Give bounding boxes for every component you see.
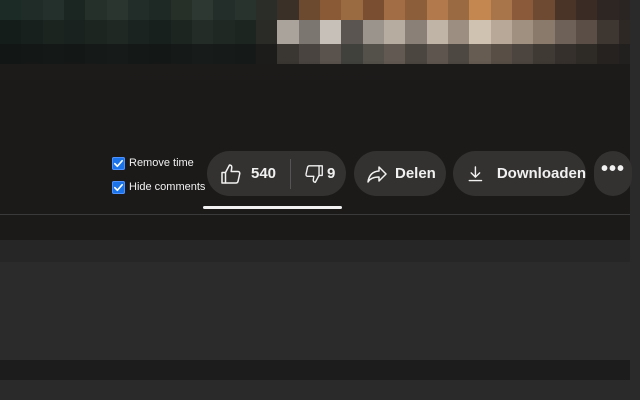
thumbnail-pixel xyxy=(21,20,44,44)
thumbnail-pixel xyxy=(128,0,151,20)
thumbnail-pixel xyxy=(149,0,172,20)
like-count: 540 xyxy=(251,165,277,182)
remove-time-option[interactable]: Remove time xyxy=(112,154,194,172)
remove-time-label: Remove time xyxy=(129,157,194,169)
thumbnail-pixel xyxy=(426,20,449,44)
dislike-count: 9 xyxy=(327,165,336,182)
hide-comments-option[interactable]: Hide comments xyxy=(112,178,205,196)
download-icon xyxy=(468,165,483,181)
thumbnail-pixel xyxy=(341,0,364,20)
thumbnail-pixel xyxy=(576,20,599,44)
thumbnail-pixel xyxy=(277,20,300,44)
thumbnail-pixel xyxy=(0,20,23,44)
thumbnail-pixel xyxy=(490,20,513,44)
thumbnail-pixel xyxy=(554,20,577,44)
thumbnail-pixel xyxy=(192,0,215,20)
share-label: Delen xyxy=(395,165,436,182)
thumbnail-pixel xyxy=(106,20,129,44)
thumbnail-pixel xyxy=(384,0,407,20)
thumbnail-pixel xyxy=(149,20,172,44)
thumbnail-pixel xyxy=(85,20,108,44)
thumbnail-pixel xyxy=(362,0,385,20)
thumbnail-pixel xyxy=(512,0,535,20)
thumbnail-pixel xyxy=(85,0,108,20)
thumbnail-pixel xyxy=(576,0,599,20)
thumbnail-pixel xyxy=(384,20,407,44)
thumbnail-pixel xyxy=(533,20,556,44)
thumbnail-pixel xyxy=(170,20,193,44)
thumbnail-pixel xyxy=(213,0,236,20)
share-arrow-icon xyxy=(367,165,387,183)
like-dislike-group: 540 9 xyxy=(207,151,346,196)
thumbnail-pixel xyxy=(320,20,343,44)
thumbnail-pixel xyxy=(490,0,513,20)
thumbs-down-icon xyxy=(305,164,323,183)
content-placeholder-lower xyxy=(0,380,630,400)
share-button[interactable]: Delen xyxy=(354,151,446,196)
checkmark-icon xyxy=(114,159,123,167)
thumbnail-pixel xyxy=(405,20,428,44)
thumbnail-pixel xyxy=(298,20,321,44)
thumbnail-pixel xyxy=(213,20,236,44)
thumbnail-pixel xyxy=(64,20,87,44)
download-label: Downloaden xyxy=(496,165,586,182)
thumbnail-pixel xyxy=(597,0,620,20)
thumbnail-pixel xyxy=(512,20,535,44)
thumbnail-pixel xyxy=(554,0,577,20)
thumbnail-pixel xyxy=(42,0,65,20)
hide-comments-checkbox[interactable] xyxy=(112,180,125,194)
checkmark-icon xyxy=(114,183,123,191)
thumbnail-pixel xyxy=(192,20,215,44)
thumbnail-pixel xyxy=(405,0,428,20)
thumbnail-pixel xyxy=(234,20,257,44)
thumbnail-pixel xyxy=(448,0,471,20)
more-actions-button[interactable]: ••• xyxy=(594,151,632,196)
thumbnail-pixel xyxy=(256,0,279,20)
thumbnail-pixel xyxy=(448,20,471,44)
thumbnail-pixel xyxy=(42,20,65,44)
thumbnail-pixel xyxy=(469,20,492,44)
thumbnail-pixel xyxy=(106,0,129,20)
hide-comments-label: Hide comments xyxy=(129,181,206,193)
thumbnail-pixel xyxy=(597,20,620,44)
thumbnail-pixel xyxy=(21,0,44,20)
thumbnail-pixel xyxy=(341,20,364,44)
thumbnail-pixel xyxy=(469,0,492,20)
like-progress-indicator xyxy=(203,206,342,209)
thumbnail-pixel xyxy=(426,0,449,20)
download-button[interactable]: Downloaden xyxy=(453,151,586,196)
thumbnail-pixel xyxy=(256,20,279,44)
thumbs-up-icon xyxy=(221,163,241,184)
thumbnail-pixel xyxy=(277,0,300,20)
thumbnail-pixel xyxy=(0,0,23,20)
thumbnail-pixel xyxy=(298,0,321,20)
content-placeholder-inner xyxy=(0,262,630,360)
thumbnail-pixel xyxy=(533,0,556,20)
thumbnail-pixel xyxy=(234,0,257,20)
thumbnail-pixel xyxy=(362,20,385,44)
more-dots-icon: ••• xyxy=(600,157,625,180)
thumbnail-pixel xyxy=(170,0,193,20)
dislike-button[interactable]: 9 xyxy=(291,151,335,196)
video-fade-overlay xyxy=(0,60,640,120)
thumbnail-pixel xyxy=(64,0,87,20)
thumbnail-pixel xyxy=(128,20,151,44)
thumbnail-pixel xyxy=(320,0,343,20)
content-gap xyxy=(0,360,630,380)
side-scroll-strip xyxy=(630,0,640,400)
remove-time-checkbox[interactable] xyxy=(112,156,125,170)
video-page: Remove time Hide comments 540 9 Delen Do… xyxy=(0,0,640,400)
like-button[interactable]: 540 xyxy=(207,151,290,196)
section-divider xyxy=(0,214,630,215)
